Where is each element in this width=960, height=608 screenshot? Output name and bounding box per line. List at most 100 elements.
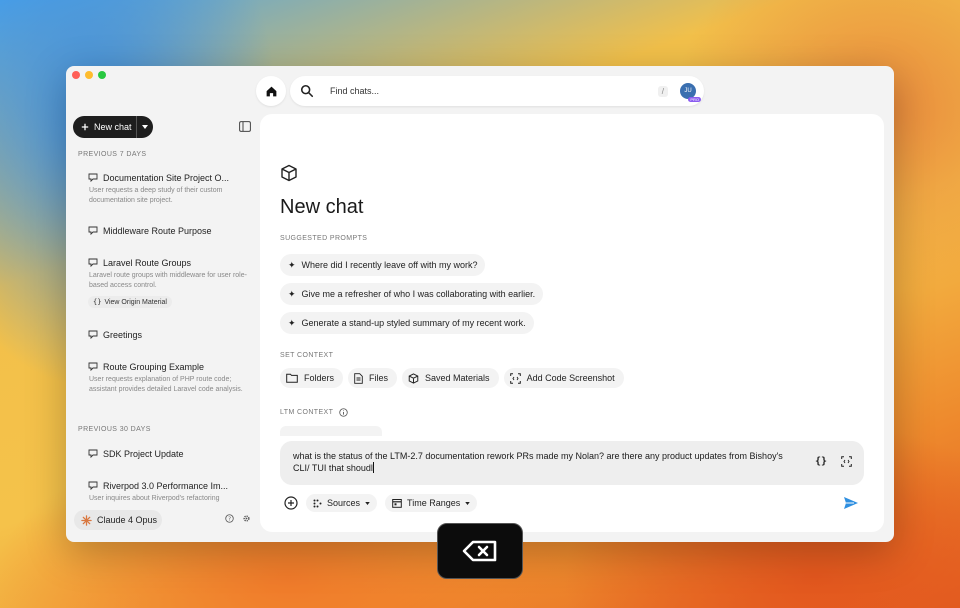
- section-header-7-days: PREVIOUS 7 DAYS: [78, 151, 147, 158]
- home-icon: [266, 86, 276, 96]
- minimize-window-button[interactable]: [85, 71, 93, 79]
- pro-badge: PRO: [688, 97, 701, 102]
- chat-edit-icon: [88, 226, 98, 236]
- chat-edit-icon: [88, 330, 98, 340]
- suggested-prompt-button[interactable]: ✦ Give me a refresher of who I was colla…: [280, 283, 544, 305]
- help-icon[interactable]: ?: [225, 514, 234, 523]
- search-shortcut-hint: /: [657, 85, 668, 97]
- sidebar: New chat PREVIOUS 7 DAYS Documentation S…: [66, 114, 256, 542]
- chat-item[interactable]: Middleware Route Purpose: [88, 226, 248, 236]
- add-code-screenshot-button[interactable]: Add Code Screenshot: [503, 368, 624, 388]
- send-icon[interactable]: [843, 495, 859, 511]
- new-chat-label: New chat: [94, 122, 132, 132]
- ltm-context-label: LTM CONTEXT: [280, 409, 334, 416]
- chat-input[interactable]: what is the status of the LTM-2.7 docume…: [280, 441, 864, 485]
- input-icons: {}: [815, 456, 852, 468]
- chat-item-title: SDK Project Update: [103, 449, 184, 459]
- backspace-icon: [462, 540, 497, 562]
- avatar[interactable]: JU PRO: [680, 83, 701, 102]
- code-braces-icon[interactable]: {}: [815, 456, 827, 468]
- chat-item-title: Riverpod 3.0 Performance Im...: [103, 481, 229, 491]
- text-caret: [372, 462, 374, 473]
- sparkle-icon: ✦: [288, 288, 296, 299]
- new-chat-dropdown[interactable]: [137, 116, 153, 138]
- sidebar-footer-icons: ?: [225, 514, 251, 523]
- chat-item-desc: User requests a deep study of their cust…: [89, 187, 223, 204]
- saved-materials-label: Saved Materials: [425, 373, 490, 383]
- chat-item[interactable]: Greetings: [88, 330, 248, 340]
- sources-grid-icon: [313, 499, 322, 507]
- chat-item-title: Greetings: [103, 330, 143, 340]
- home-button[interactable]: [256, 76, 286, 106]
- plus-icon: [81, 123, 89, 131]
- prompt-text: Where did I recently leave off with my w…: [301, 260, 478, 270]
- chat-edit-icon: [88, 449, 98, 459]
- sources-dropdown[interactable]: Sources: [306, 494, 378, 512]
- files-button[interactable]: Files: [348, 368, 398, 388]
- page-title: New chat: [280, 196, 364, 218]
- files-label: Files: [369, 373, 389, 383]
- code-brackets-icon: {}: [93, 298, 102, 306]
- chat-item[interactable]: Route Grouping Example User requests exp…: [88, 362, 248, 395]
- context-buttons: Folders Files Saved Materials Add Code S…: [280, 368, 624, 388]
- chat-item[interactable]: Documentation Site Project O... User req…: [88, 173, 248, 206]
- folder-icon: [286, 373, 298, 383]
- sparkle-icon: ✦: [288, 317, 296, 328]
- chat-item-title: Middleware Route Purpose: [103, 226, 212, 236]
- time-ranges-label: Time Ranges: [407, 498, 461, 508]
- suggested-prompt-button[interactable]: ✦ Generate a stand-up styled summary of …: [280, 312, 534, 334]
- chat-item-title: Documentation Site Project O...: [103, 173, 230, 183]
- chat-edit-icon: [88, 481, 98, 491]
- sources-label: Sources: [327, 498, 361, 508]
- chat-item-desc: Laravel route groups with middleware for…: [89, 272, 247, 289]
- caret-down-icon: [142, 125, 148, 129]
- chat-item[interactable]: Laravel Route Groups Laravel route group…: [88, 258, 248, 309]
- chat-item-title: Laravel Route Groups: [103, 258, 192, 268]
- suggested-prompt-button[interactable]: ✦ Where did I recently leave off with my…: [280, 254, 486, 276]
- app-window: / JU PRO New chat PREVIOUS 7 DAYS Docume…: [66, 66, 894, 542]
- suggested-prompts-label: SUGGESTED PROMPTS: [280, 235, 368, 242]
- screenshot-icon: [509, 372, 521, 384]
- chip-label: View Origin Material: [104, 298, 167, 306]
- composer-toolbar: Sources Time Ranges: [284, 494, 478, 512]
- new-chat-main[interactable]: New chat: [73, 116, 136, 138]
- section-header-30-days: PREVIOUS 30 DAYS: [78, 426, 151, 433]
- code-screenshot-icon[interactable]: [841, 456, 852, 467]
- caret-down-icon: [465, 501, 470, 505]
- search-input[interactable]: [330, 86, 658, 96]
- backspace-key-overlay: [437, 523, 523, 579]
- view-origin-material-chip[interactable]: {} View Origin Material: [88, 296, 172, 308]
- chat-edit-icon: [88, 362, 98, 372]
- sparkle-icon: ✦: [288, 259, 296, 270]
- info-icon[interactable]: [339, 408, 348, 417]
- model-selector-button[interactable]: Claude 4 Opus: [74, 510, 162, 530]
- avatar-initials: JU: [684, 88, 692, 94]
- search-icon: [300, 84, 314, 98]
- set-context-label: SET CONTEXT: [280, 352, 334, 359]
- claude-logo-icon: [81, 514, 92, 526]
- ltm-context-placeholder: [280, 426, 382, 436]
- caret-down-icon: [365, 501, 370, 505]
- window-controls: [72, 71, 106, 79]
- svg-text:?: ?: [228, 516, 231, 522]
- folders-button[interactable]: Folders: [280, 368, 344, 388]
- zoom-window-button[interactable]: [98, 71, 106, 79]
- sidebar-toggle-icon[interactable]: [239, 121, 251, 132]
- saved-materials-button[interactable]: Saved Materials: [402, 368, 499, 388]
- add-circle-icon[interactable]: [284, 496, 298, 510]
- chat-item-desc: User inquires about Riverpod's refactori…: [89, 495, 220, 502]
- chat-item-title: Route Grouping Example: [103, 362, 205, 372]
- chat-input-text: what is the status of the LTM-2.7 docume…: [293, 451, 783, 473]
- time-ranges-dropdown[interactable]: Time Ranges: [385, 494, 478, 512]
- chat-item[interactable]: SDK Project Update: [88, 449, 248, 459]
- main-panel: New chat SUGGESTED PROMPTS ✦ Where did I…: [260, 114, 884, 532]
- chat-item[interactable]: Riverpod 3.0 Performance Im... User inqu…: [88, 481, 248, 505]
- folders-label: Folders: [304, 373, 335, 383]
- box-icon: [408, 372, 419, 384]
- search-bar[interactable]: / JU PRO: [290, 76, 704, 106]
- close-window-button[interactable]: [72, 71, 80, 79]
- settings-gear-icon[interactable]: [242, 514, 251, 523]
- add-code-screenshot-label: Add Code Screenshot: [526, 373, 615, 383]
- file-icon: [354, 372, 363, 384]
- new-chat-button[interactable]: New chat: [73, 116, 153, 138]
